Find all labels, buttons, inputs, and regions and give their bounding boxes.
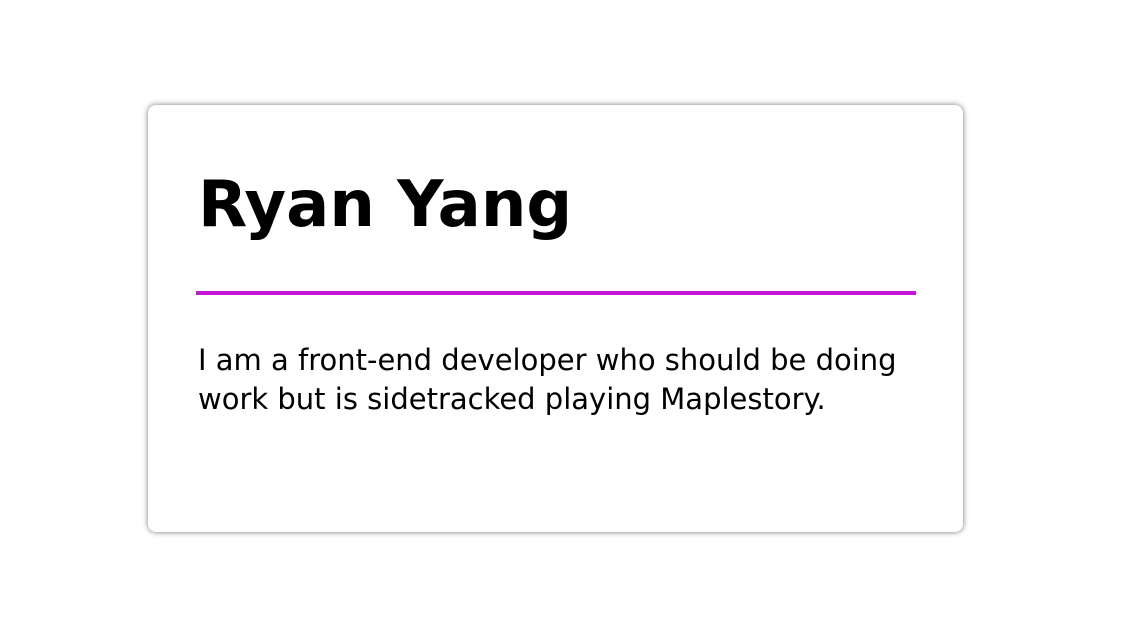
profile-bio: I am a front-end developer who should be… <box>198 343 897 416</box>
profile-name: Ryan Yang <box>198 168 573 242</box>
accent-divider <box>196 291 916 295</box>
profile-card: Ryan Yang I am a front-end developer who… <box>148 105 963 532</box>
